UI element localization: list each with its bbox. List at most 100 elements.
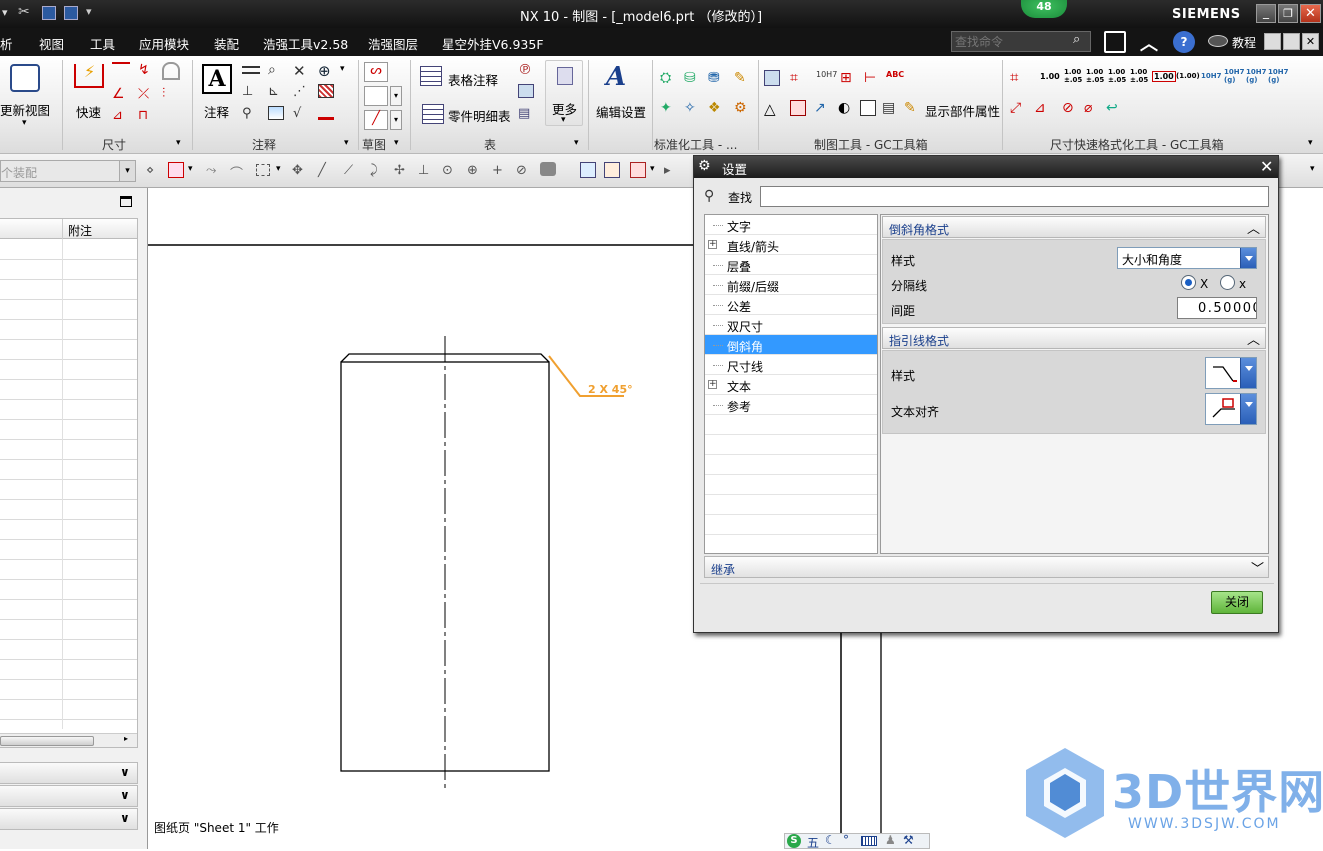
- collapsed-panel-1[interactable]: ∨: [0, 762, 138, 784]
- sketch-dropdown-2-icon[interactable]: ▾: [390, 110, 402, 130]
- symbol-icon[interactable]: √: [293, 106, 311, 124]
- more-button[interactable]: 更多 ▾: [545, 60, 583, 126]
- leader-format-section-header[interactable]: 指引线格式 ︿: [882, 327, 1266, 349]
- snap-endpoint-icon[interactable]: ╱: [318, 163, 336, 181]
- save-as-icon[interactable]: [64, 6, 78, 20]
- table-row[interactable]: [0, 259, 137, 260]
- search-icon[interactable]: ⌕: [1073, 32, 1080, 47]
- chamfer-dimension-icon[interactable]: ⤫: [138, 86, 156, 104]
- snap-surface-icon[interactable]: [540, 162, 556, 176]
- gc-tool-3-icon[interactable]: 10H7: [816, 70, 837, 88]
- surface-finish-icon[interactable]: ⊾: [268, 84, 286, 102]
- dim-quick-2-icon[interactable]: ⊿: [1034, 100, 1052, 118]
- app-menu-icon[interactable]: ▾: [2, 6, 12, 20]
- toolbar-overflow-icon[interactable]: ▾: [1310, 164, 1323, 182]
- collapse-ribbon-icon[interactable]: ︿: [1140, 30, 1158, 56]
- gc-tool-4-icon[interactable]: ⊞: [840, 70, 858, 88]
- layout-icon[interactable]: [630, 162, 646, 178]
- parts-list-icon[interactable]: [422, 104, 444, 124]
- table-row[interactable]: [0, 339, 137, 340]
- note-button[interactable]: A 注释: [198, 60, 238, 130]
- menu-analysis[interactable]: 析: [0, 34, 13, 53]
- table-row[interactable]: [0, 699, 137, 700]
- std-tool-3-icon[interactable]: ⛃: [708, 70, 726, 88]
- moon-icon[interactable]: ☾: [825, 833, 836, 847]
- menu-haoqiang-tools[interactable]: 浩强工具v2.58: [263, 34, 348, 53]
- snap-point-icon[interactable]: +: [492, 163, 510, 181]
- gc-tool-7-icon[interactable]: △: [764, 100, 782, 118]
- dim-format-3[interactable]: 1.00 ±.05: [1086, 68, 1104, 84]
- angular-dimension-icon[interactable]: ∠: [112, 86, 130, 104]
- dim-format-8[interactable]: 10H7: [1201, 72, 1221, 80]
- view-zoom-icon[interactable]: [604, 162, 620, 178]
- dialog-close-icon[interactable]: ✕: [1260, 157, 1273, 176]
- tree-item[interactable]: 参考: [705, 395, 877, 415]
- snap-intersection-icon[interactable]: ✢: [394, 163, 412, 181]
- hole-table-icon[interactable]: ▤: [518, 106, 536, 124]
- dim-format-11[interactable]: 10H7 (g): [1268, 68, 1288, 84]
- find-input[interactable]: [760, 186, 1269, 207]
- image-icon[interactable]: [268, 106, 284, 120]
- close-window-button[interactable]: ✕: [1300, 4, 1321, 23]
- tree-item[interactable]: 文字: [705, 215, 877, 235]
- std-tool-7-icon[interactable]: ❖: [708, 100, 726, 118]
- gc-tool-10-icon[interactable]: ◐: [838, 100, 856, 118]
- weld-symbol-icon[interactable]: ⋰: [293, 84, 311, 102]
- assembly-filter-select[interactable]: 个装配 ▾: [0, 160, 136, 182]
- collapsed-panel-3[interactable]: ∨: [0, 808, 138, 830]
- table-row[interactable]: [0, 599, 137, 600]
- thickness-dimension-icon[interactable]: ⊿: [112, 108, 130, 126]
- datum-feature-icon[interactable]: ⌕: [268, 62, 286, 80]
- dim-quick-5-icon[interactable]: ↩: [1106, 100, 1124, 118]
- notification-badge[interactable]: 48: [1021, 0, 1067, 18]
- snap-quadrant-icon[interactable]: ⊕: [467, 163, 485, 181]
- mdi-minimize-button[interactable]: [1264, 33, 1281, 50]
- ime-toolbar[interactable]: S 五 ☾ ° ♟ ⚒: [784, 833, 930, 850]
- tree-item[interactable]: 倒斜角: [705, 335, 877, 355]
- ordinate-dimension-icon[interactable]: ⫶: [162, 86, 180, 104]
- std-tool-6-icon[interactable]: ✧: [684, 100, 702, 118]
- dim-format-10[interactable]: 10H7 (g): [1246, 68, 1266, 84]
- balloon-icon[interactable]: ℗: [518, 62, 536, 80]
- snap-on-curve-icon[interactable]: ⊘: [516, 163, 534, 181]
- dim-quick-1-icon[interactable]: ⤢: [1010, 100, 1028, 118]
- dim-format-7[interactable]: (1.00): [1176, 72, 1200, 80]
- tutorial-icon[interactable]: [1208, 35, 1228, 47]
- parts-list-button[interactable]: 零件明细表: [448, 106, 511, 125]
- sketch-line-icon[interactable]: ╱: [364, 110, 388, 130]
- tutorial-link[interactable]: 教程: [1232, 34, 1256, 51]
- snap-midpoint-icon[interactable]: ⟋: [344, 163, 362, 181]
- gc-tool-11-icon[interactable]: [860, 100, 876, 116]
- mdi-close-button[interactable]: ✕: [1302, 33, 1319, 50]
- table-note-button[interactable]: 表格注释: [448, 70, 498, 89]
- center-mark-dropdown-icon[interactable]: ▾: [340, 64, 345, 74]
- separator-radio-x[interactable]: [1220, 275, 1235, 290]
- dim-format-4[interactable]: 1.00 ±.05: [1108, 68, 1126, 84]
- std-tool-4-icon[interactable]: ✎: [734, 70, 752, 88]
- help-icon[interactable]: ?: [1173, 31, 1195, 53]
- separator-radio-X[interactable]: [1181, 275, 1196, 290]
- user-icon[interactable]: ♟: [885, 833, 896, 847]
- customize-toolbar-icon[interactable]: ▾: [86, 5, 92, 18]
- horizontal-scrollbar[interactable]: ▸: [0, 733, 137, 747]
- refresh-view-button[interactable]: 更新视图 ▾: [0, 60, 56, 130]
- snap-center-icon[interactable]: ⊥: [418, 163, 436, 181]
- table-row[interactable]: [0, 499, 137, 500]
- gc-tool-9-icon[interactable]: ↗: [814, 100, 832, 118]
- edit-settings-button[interactable]: A 编辑设置: [594, 60, 650, 130]
- chamfer-annotation[interactable]: 2 X 45°: [588, 383, 633, 396]
- snap-icon[interactable]: ⤳: [206, 163, 224, 181]
- text-align-select[interactable]: [1205, 393, 1257, 425]
- table-row[interactable]: [0, 319, 137, 320]
- snap-arc-center-icon[interactable]: ⊙: [442, 163, 460, 181]
- panel-maximize-icon[interactable]: [120, 196, 132, 207]
- collapsed-panel-2[interactable]: ∨: [0, 785, 138, 807]
- tree-item[interactable]: 双尺寸: [705, 315, 877, 335]
- leader-style-select[interactable]: [1205, 357, 1257, 389]
- dim-format-icon[interactable]: ⌗: [1010, 68, 1028, 86]
- hatch-icon[interactable]: [318, 84, 334, 98]
- inherit-section-header[interactable]: 继承 ﹀: [704, 556, 1269, 578]
- arc-length-icon[interactable]: [162, 62, 180, 80]
- table-row[interactable]: [0, 359, 137, 360]
- save-icon[interactable]: [42, 6, 56, 20]
